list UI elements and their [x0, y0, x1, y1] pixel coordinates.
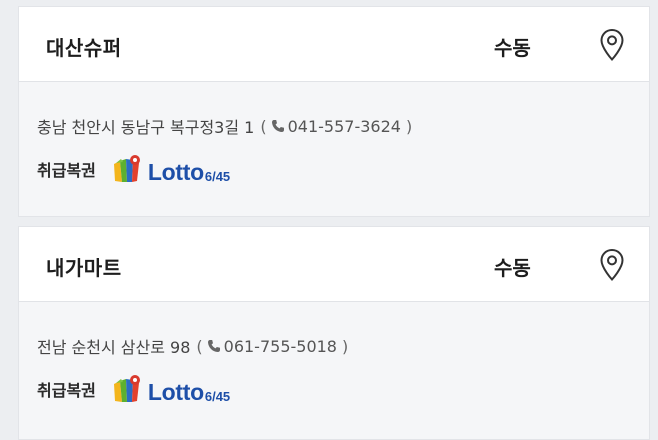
open-paren: (	[196, 336, 203, 356]
close-paren: )	[341, 336, 349, 356]
sale-type: 수동	[494, 256, 531, 280]
products-row: 취급복권 Lotto 6/45	[37, 374, 230, 404]
store-card: 내가마트 수동 전남 순천시 삼산로 98 ( 061-755-5018 ) 취…	[18, 226, 650, 440]
products-label: 취급복권	[37, 381, 96, 400]
address-line: 전남 순천시 삼산로 98 ( 061-755-5018 )	[37, 334, 350, 358]
lotto-logo: Lotto 6/45	[112, 374, 230, 404]
phone-icon	[271, 120, 284, 132]
lotto-subtitle: 6/45	[204, 389, 231, 404]
lotto-subtitle: 6/45	[204, 169, 231, 184]
lotto-balls-icon	[113, 155, 140, 182]
store-card-body: 전남 순천시 삼산로 98 ( 061-755-5018 ) 취급복권 Lott…	[19, 302, 649, 437]
store-address: 충남 천안시 동남구 복구정3길 1	[37, 118, 255, 137]
open-paren: (	[260, 116, 267, 136]
phone-number[interactable]: 061-755-5018	[224, 337, 337, 356]
address-line: 충남 천안시 동남구 복구정3길 1 ( 041-557-3624 )	[37, 114, 414, 138]
lotto-wordmark: Lotto	[147, 379, 204, 405]
products-label: 취급복권	[37, 161, 96, 180]
map-pin-icon[interactable]	[599, 28, 625, 62]
close-paren: )	[405, 116, 413, 136]
map-pin-icon[interactable]	[599, 248, 625, 282]
store-card-body: 충남 천안시 동남구 복구정3길 1 ( 041-557-3624 ) 취급복권	[19, 82, 649, 217]
phone-icon	[207, 340, 220, 352]
products-row: 취급복권 Lotto 6/45	[37, 154, 230, 184]
lotto-logo: Lotto 6/45	[112, 154, 230, 184]
store-card-header: 내가마트 수동	[19, 227, 649, 302]
lotto-wordmark: Lotto	[147, 159, 204, 185]
lotto-balls-icon	[113, 375, 140, 402]
store-address: 전남 순천시 삼산로 98	[37, 338, 191, 357]
phone-number[interactable]: 041-557-3624	[288, 117, 401, 136]
store-list: 대산슈퍼 수동 충남 천안시 동남구 복구정3길 1 ( 041-557-362…	[0, 0, 658, 440]
store-card: 대산슈퍼 수동 충남 천안시 동남구 복구정3길 1 ( 041-557-362…	[18, 6, 650, 217]
store-name[interactable]: 대산슈퍼	[46, 32, 122, 61]
store-card-header: 대산슈퍼 수동	[19, 7, 649, 82]
sale-type: 수동	[494, 36, 531, 60]
store-name[interactable]: 내가마트	[46, 252, 122, 281]
